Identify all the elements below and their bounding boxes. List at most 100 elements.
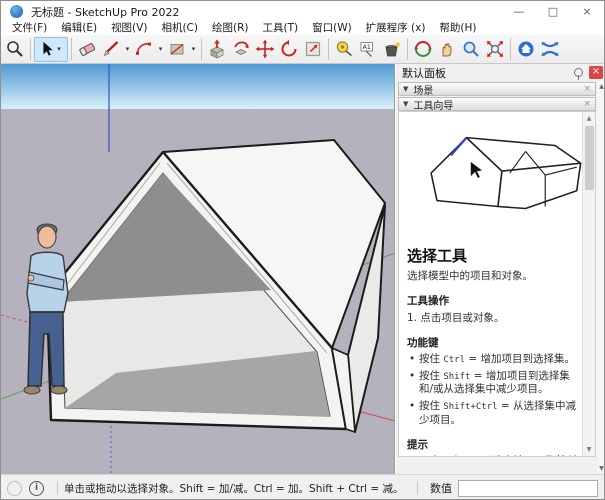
- select-arrow-icon: [39, 40, 55, 58]
- paint-bucket-tool-button[interactable]: [380, 37, 404, 62]
- rotate-icon: [279, 39, 299, 59]
- sketchup-app-icon: [10, 5, 23, 18]
- caret-icon: ▼: [403, 100, 408, 108]
- viewport-3d: [1, 64, 395, 474]
- tape-measure-icon: [334, 39, 354, 59]
- menu-file[interactable]: 文件(F): [5, 22, 54, 35]
- select-tool-button[interactable]: ▾: [34, 37, 68, 62]
- sketchup-window: 无标题 - SketchUp Pro 2022 — □ × 文件(F) 编辑(E…: [0, 0, 605, 500]
- scroll-down-icon[interactable]: ▼: [587, 443, 592, 456]
- arc-icon: [134, 39, 154, 59]
- scroll-thumb[interactable]: [585, 126, 594, 190]
- operation-title: 工具操作: [407, 293, 580, 308]
- svg-text:A1: A1: [363, 44, 371, 51]
- rectangle-tool-button[interactable]: [165, 37, 189, 62]
- orbit-tool-button[interactable]: [411, 37, 435, 62]
- info-icon[interactable]: i: [29, 481, 44, 496]
- extension-warehouse-button[interactable]: [538, 37, 562, 62]
- menu-edit[interactable]: 编辑(E): [54, 22, 104, 35]
- menu-tools[interactable]: 工具(T): [255, 22, 305, 35]
- panel-close-button[interactable]: ×: [589, 66, 603, 79]
- panel-title: 默认面板: [402, 65, 574, 81]
- menu-window[interactable]: 窗口(W): [305, 22, 359, 35]
- panel-scrollbar[interactable]: ▲ ▼: [597, 81, 605, 474]
- instructor-heading: 选择工具: [407, 245, 580, 266]
- caret-icon: ▼: [403, 85, 408, 93]
- zoom-tool-button[interactable]: [459, 37, 483, 62]
- instructor-scrollbar[interactable]: ▲ ▼: [582, 112, 595, 456]
- measurements-label: 数值: [430, 480, 452, 496]
- paint-bucket-icon: [382, 39, 402, 59]
- rectangle-dropdown-icon[interactable]: ▾: [189, 45, 198, 53]
- zoom-window-icon: [5, 39, 25, 59]
- tips-list: 双击一个平面以选定该平面及其所有边线。 双击一条边线以选定该边线及与其共享的平面…: [407, 455, 580, 456]
- modifier-list: 按住 Ctrl = 增加项目到选择集。 按住 Shift = 增加项目到选择集和…: [407, 353, 580, 427]
- offset-icon: [303, 39, 323, 59]
- line-dropdown-icon[interactable]: ▾: [123, 45, 132, 53]
- text-tool-button[interactable]: A1: [356, 37, 380, 62]
- menu-draw[interactable]: 绘图(R): [205, 22, 256, 35]
- modifier-item: 按住 Shift = 增加项目到选择集和/或从选择集中减少项目。: [407, 370, 580, 397]
- zoom-window-button[interactable]: [3, 37, 27, 62]
- operation-step: 1. 点击项目或对象。: [407, 310, 580, 325]
- main-toolbar: ▾ ▾ ▾: [1, 35, 604, 64]
- instructor-illustration: [407, 116, 584, 238]
- menu-camera[interactable]: 相机(C): [154, 22, 205, 35]
- default-tray-panel: 默认面板 × ▼ 场景 × ▼ 工具向导 ×: [396, 64, 605, 474]
- tips-title: 提示: [407, 437, 580, 452]
- push-pull-tool-button[interactable]: [205, 37, 229, 62]
- tip-item: 双击一个平面以选定该平面及其所有边线。: [407, 455, 580, 456]
- orbit-icon: [413, 39, 433, 59]
- line-tool-button[interactable]: [99, 37, 123, 62]
- close-button[interactable]: ×: [570, 1, 604, 22]
- 3d-warehouse-button[interactable]: [514, 37, 538, 62]
- zoom-icon: [461, 39, 481, 59]
- maximize-button[interactable]: □: [536, 1, 570, 22]
- tape-measure-tool-button[interactable]: [332, 37, 356, 62]
- scroll-down-icon[interactable]: ▼: [599, 465, 604, 472]
- panel-header: 默认面板 ×: [396, 64, 605, 81]
- follow-me-icon: [231, 39, 251, 59]
- section-scenes[interactable]: ▼ 场景 ×: [398, 82, 596, 96]
- section-close-icon[interactable]: ×: [583, 84, 591, 94]
- status-hint: 单击或拖动以选择对象。Shift = 加/减。Ctrl = 加。Shift + …: [64, 481, 404, 496]
- title-bar: 无标题 - SketchUp Pro 2022 — □ ×: [1, 1, 604, 22]
- push-pull-icon: [207, 39, 227, 59]
- rectangle-icon: [167, 39, 187, 59]
- menu-bar: 文件(F) 编辑(E) 视图(V) 相机(C) 绘图(R) 工具(T) 窗口(W…: [1, 22, 604, 35]
- measurements-input[interactable]: [458, 480, 598, 497]
- pan-tool-button[interactable]: [435, 37, 459, 62]
- menu-extensions[interactable]: 扩展程序 (x): [359, 22, 433, 35]
- instructor-panel: 选择工具 选择模型中的项目和对象。 工具操作 1. 点击项目或对象。 功能键 按…: [398, 111, 596, 457]
- extension-warehouse-icon: [540, 39, 560, 59]
- instructor-subtitle: 选择模型中的项目和对象。: [407, 268, 580, 283]
- 3d-warehouse-icon: [516, 39, 536, 59]
- modifier-title: 功能键: [407, 335, 580, 350]
- select-dropdown-icon[interactable]: ▾: [55, 45, 64, 53]
- menu-help[interactable]: 帮助(H): [432, 22, 483, 35]
- text-icon: A1: [358, 39, 378, 59]
- minimize-button[interactable]: —: [502, 1, 536, 22]
- geolocation-icon[interactable]: [7, 481, 22, 496]
- menu-view[interactable]: 视图(V): [104, 22, 154, 35]
- pan-hand-icon: [437, 39, 457, 59]
- arc-dropdown-icon[interactable]: ▾: [156, 45, 165, 53]
- scroll-up-icon[interactable]: ▲: [599, 83, 604, 90]
- scroll-up-icon[interactable]: ▲: [587, 112, 592, 125]
- rotate-tool-button[interactable]: [277, 37, 301, 62]
- follow-me-tool-button[interactable]: [229, 37, 253, 62]
- section-instructor[interactable]: ▼ 工具向导 ×: [398, 97, 596, 111]
- model-viewport[interactable]: [1, 64, 395, 474]
- zoom-extents-button[interactable]: [483, 37, 507, 62]
- eraser-tool-button[interactable]: [75, 37, 99, 62]
- zoom-extents-icon: [485, 39, 505, 59]
- move-tool-button[interactable]: [253, 37, 277, 62]
- pin-icon[interactable]: [574, 68, 583, 77]
- section-instructor-label: 工具向导: [413, 97, 453, 112]
- section-scenes-label: 场景: [413, 82, 433, 97]
- section-close-icon[interactable]: ×: [583, 99, 591, 109]
- instructor-content: 选择工具 选择模型中的项目和对象。 工具操作 1. 点击项目或对象。 功能键 按…: [399, 112, 584, 456]
- move-icon: [255, 39, 275, 59]
- offset-tool-button[interactable]: [301, 37, 325, 62]
- arc-tool-button[interactable]: [132, 37, 156, 62]
